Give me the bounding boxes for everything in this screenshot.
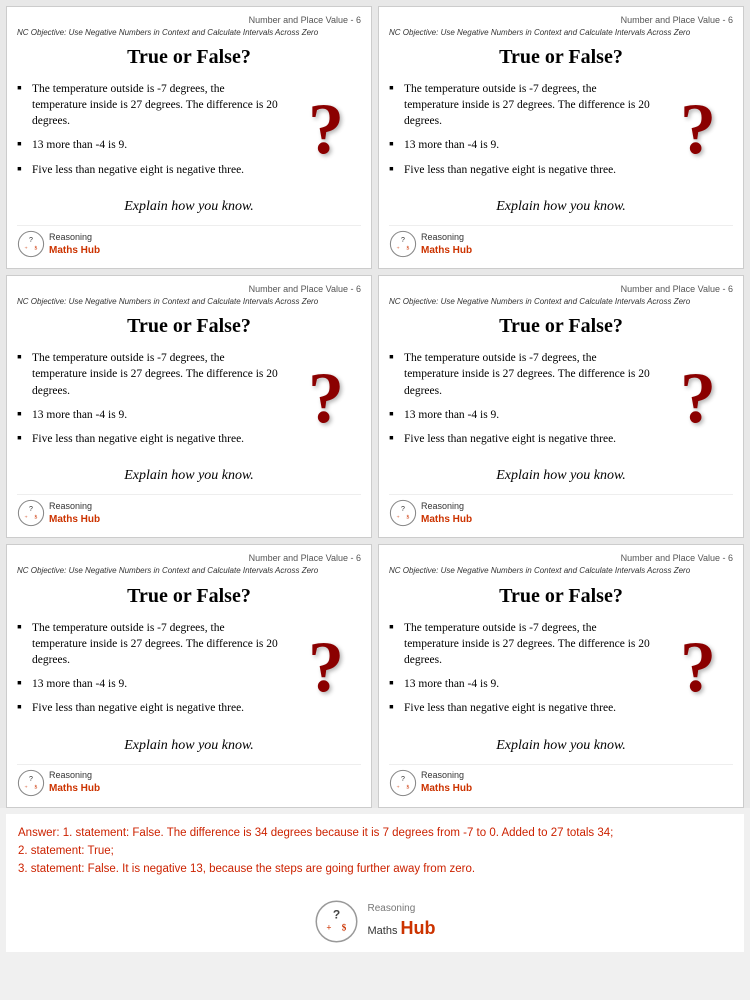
card-2: Number and Place Value - 6 NC Objective:… xyxy=(378,6,744,269)
statements-area-6: ▪ The temperature outside is -7 degrees,… xyxy=(389,620,733,730)
svg-text:?: ? xyxy=(29,237,33,244)
explain-text-5: Explain how you know. xyxy=(17,738,361,754)
footer-logo-text: Reasoning Maths Hub xyxy=(367,902,435,941)
bullet-1-2: ▪ xyxy=(17,138,27,152)
card-label-2: Number and Place Value - 6 xyxy=(621,15,733,25)
card-6: Number and Place Value - 6 NC Objective:… xyxy=(378,544,744,807)
card-footer-2: ? + $ Reasoning Maths Hub xyxy=(389,225,733,258)
svg-text:?: ? xyxy=(333,907,340,921)
card-footer-4: ? + $ Reasoning Maths Hub xyxy=(389,494,733,527)
svg-text:$: $ xyxy=(342,922,347,932)
question-mark-4: ? xyxy=(663,355,733,440)
card-label-6: Number and Place Value - 6 xyxy=(621,553,733,563)
svg-text:+: + xyxy=(397,515,400,521)
card-title-1: True or False? xyxy=(17,46,361,69)
svg-text:+: + xyxy=(25,515,28,521)
card-5: Number and Place Value - 6 NC Objective:… xyxy=(6,544,372,807)
svg-text:?: ? xyxy=(401,506,405,513)
statements-area-1: ▪ The temperature outside is -7 degrees,… xyxy=(17,81,361,191)
svg-text:+: + xyxy=(397,246,400,252)
logo-icon-4: ? + $ xyxy=(389,499,417,527)
question-mark-3: ? xyxy=(291,355,361,440)
answer-text: Answer: 1. statement: False. The differe… xyxy=(18,824,732,879)
card-title-2: True or False? xyxy=(389,46,733,69)
nc-objective-6: NC Objective: Use Negative Numbers in Co… xyxy=(389,565,733,576)
statements-area-2: ▪ The temperature outside is -7 degrees,… xyxy=(389,81,733,191)
logo-area-1: ? + $ Reasoning Maths Hub xyxy=(17,230,100,258)
question-mark-1: ? xyxy=(291,86,361,171)
svg-text:+: + xyxy=(327,922,332,932)
svg-text:$: $ xyxy=(35,514,38,521)
svg-text:$: $ xyxy=(407,514,410,521)
card-label-1: Number and Place Value - 6 xyxy=(249,15,361,25)
explain-text-2: Explain how you know. xyxy=(389,199,733,215)
bullet-1-3: ▪ xyxy=(17,163,27,177)
statements-area-5: ▪ The temperature outside is -7 degrees,… xyxy=(17,620,361,730)
svg-text:$: $ xyxy=(35,783,38,790)
svg-text:+: + xyxy=(397,784,400,790)
svg-text:?: ? xyxy=(29,506,33,513)
logo-icon-6: ? + $ xyxy=(389,769,417,797)
statements-area-4: ▪ The temperature outside is -7 degrees,… xyxy=(389,350,733,460)
answer-section: Answer: 1. statement: False. The differe… xyxy=(6,814,744,889)
explain-text-4: Explain how you know. xyxy=(389,468,733,484)
logo-text-1: Reasoning Maths Hub xyxy=(49,232,100,257)
card-label-5: Number and Place Value - 6 xyxy=(249,553,361,563)
card-title-4: True or False? xyxy=(389,315,733,338)
card-3: Number and Place Value - 6 NC Objective:… xyxy=(6,275,372,538)
card-label-3: Number and Place Value - 6 xyxy=(249,284,361,294)
logo-icon-5: ? + $ xyxy=(17,769,45,797)
card-label-4: Number and Place Value - 6 xyxy=(621,284,733,294)
card-title-3: True or False? xyxy=(17,315,361,338)
card-1: Number and Place Value - 6 NC Objective:… xyxy=(6,6,372,269)
card-footer-1: ? + $ Reasoning Maths Hub xyxy=(17,225,361,258)
nc-objective-1: NC Objective: Use Negative Numbers in Co… xyxy=(17,27,361,38)
question-mark-2: ? xyxy=(663,86,733,171)
card-title-6: True or False? xyxy=(389,585,733,608)
explain-text-6: Explain how you know. xyxy=(389,738,733,754)
cards-grid: Number and Place Value - 6 NC Objective:… xyxy=(0,0,750,808)
svg-text:?: ? xyxy=(401,775,405,782)
explain-text-3: Explain how you know. xyxy=(17,468,361,484)
explain-text-1: Explain how you know. xyxy=(17,199,361,215)
bullet-1-1: ▪ xyxy=(17,82,27,96)
svg-text:+: + xyxy=(25,784,28,790)
question-mark-5: ? xyxy=(291,625,361,710)
nc-objective-4: NC Objective: Use Negative Numbers in Co… xyxy=(389,296,733,307)
card-footer-3: ? + $ Reasoning Maths Hub xyxy=(17,494,361,527)
logo-icon-1: ? + $ xyxy=(17,230,45,258)
nc-objective-5: NC Objective: Use Negative Numbers in Co… xyxy=(17,565,361,576)
logo-icon-3: ? + $ xyxy=(17,499,45,527)
card-4: Number and Place Value - 6 NC Objective:… xyxy=(378,275,744,538)
logo-icon-2: ? + $ xyxy=(389,230,417,258)
svg-text:?: ? xyxy=(29,775,33,782)
card-footer-5: ? + $ Reasoning Maths Hub xyxy=(17,764,361,797)
svg-text:$: $ xyxy=(35,245,38,252)
nc-objective-3: NC Objective: Use Negative Numbers in Co… xyxy=(17,296,361,307)
card-footer-6: ? + $ Reasoning Maths Hub xyxy=(389,764,733,797)
svg-text:$: $ xyxy=(407,245,410,252)
svg-text:$: $ xyxy=(407,783,410,790)
card-title-5: True or False? xyxy=(17,585,361,608)
svg-text:+: + xyxy=(25,246,28,252)
statements-area-3: ▪ The temperature outside is -7 degrees,… xyxy=(17,350,361,460)
footer-logo-icon: ? + $ xyxy=(314,899,359,944)
question-mark-6: ? xyxy=(663,625,733,710)
footer-logo-area: ? + $ Reasoning Maths Hub xyxy=(6,889,744,952)
nc-objective-2: NC Objective: Use Negative Numbers in Co… xyxy=(389,27,733,38)
svg-text:?: ? xyxy=(401,237,405,244)
